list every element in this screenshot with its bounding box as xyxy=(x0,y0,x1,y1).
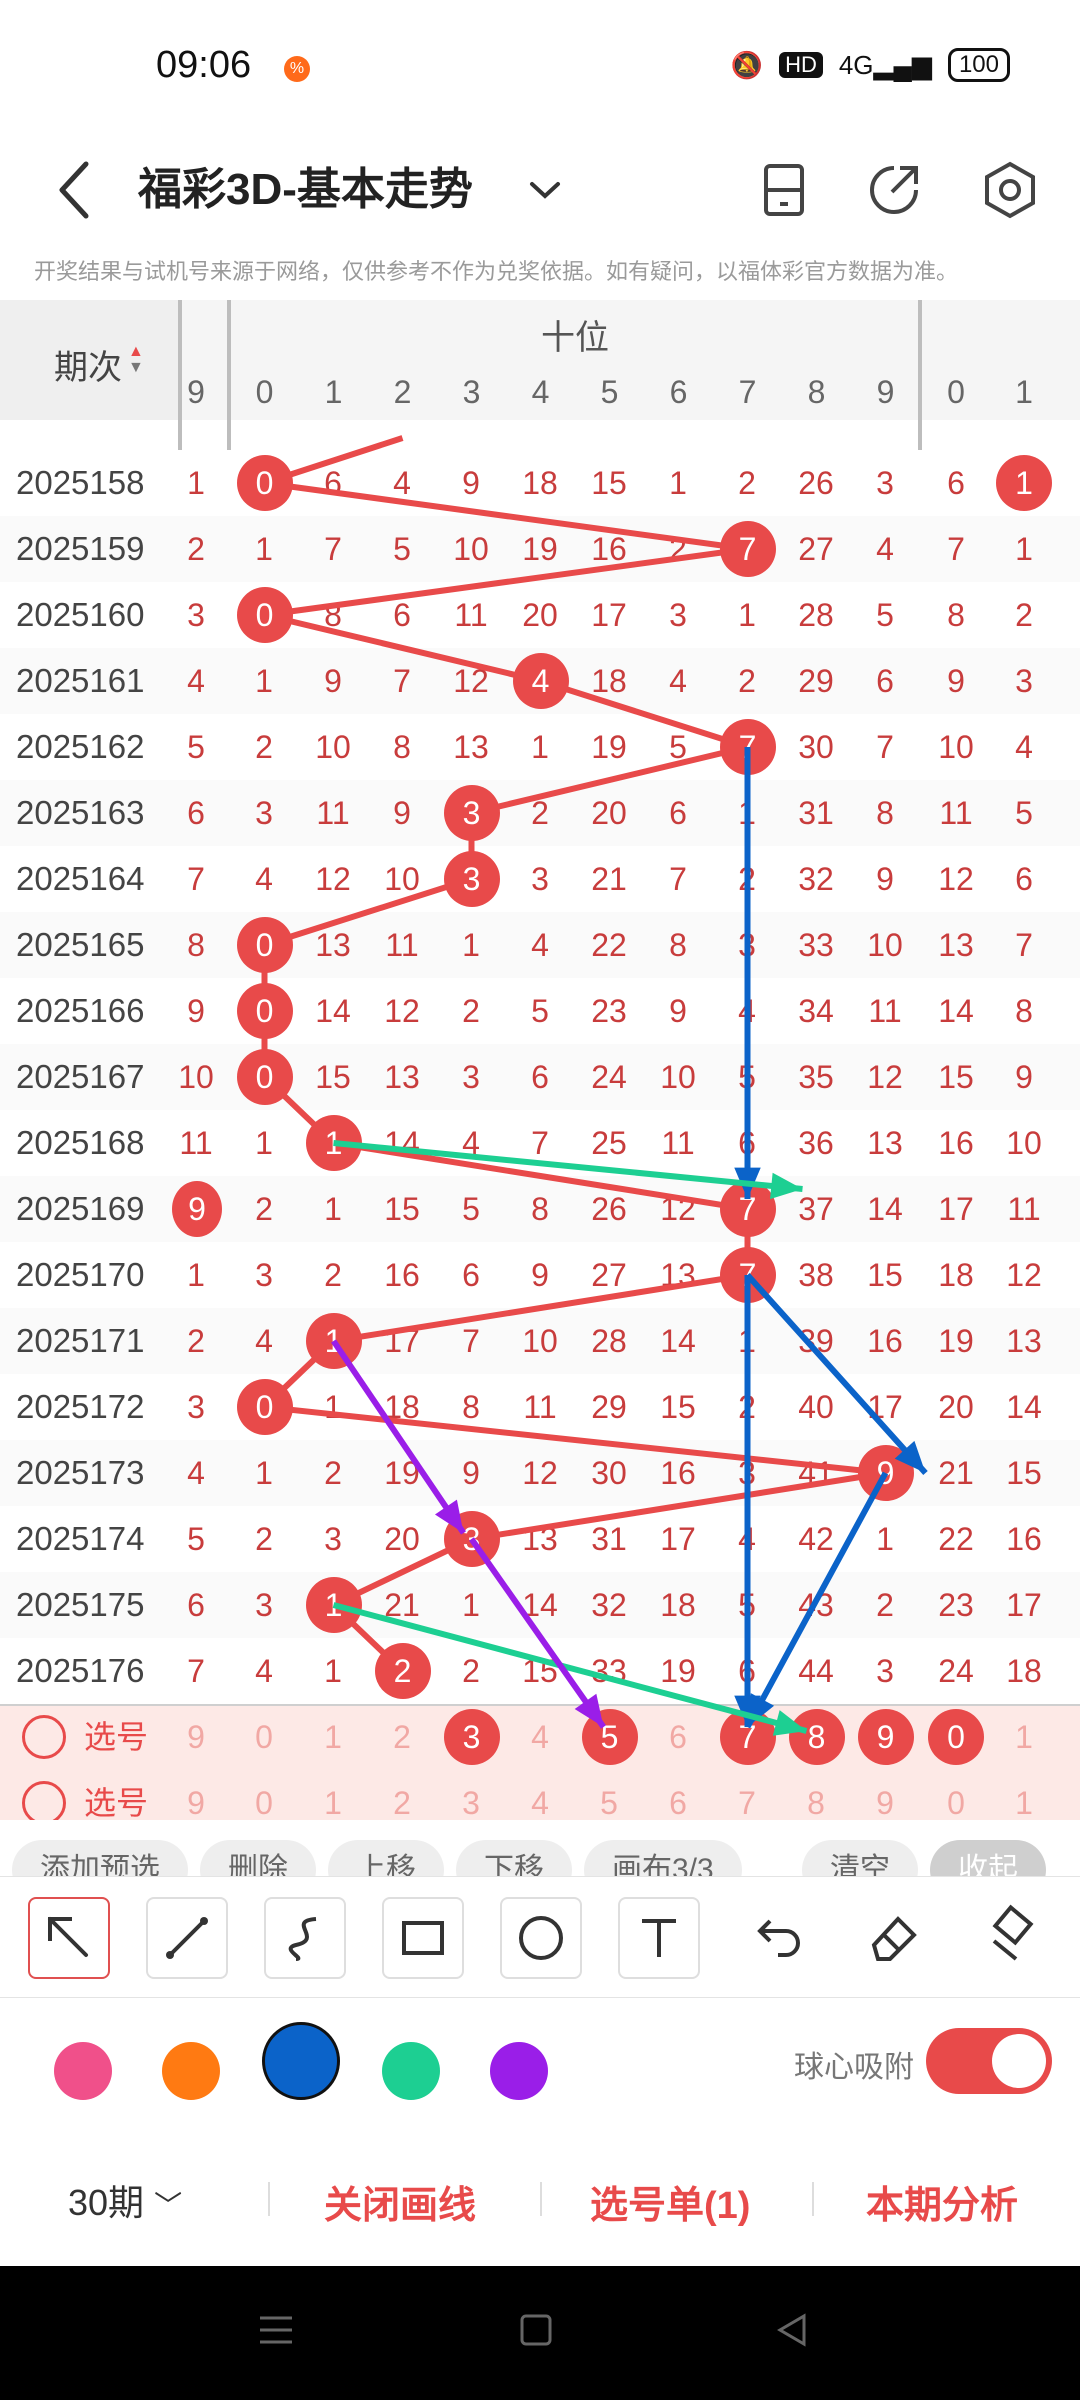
hd-icon: HD xyxy=(779,52,823,78)
color-blue-selected[interactable] xyxy=(262,2022,340,2100)
color-purple[interactable] xyxy=(490,2042,548,2100)
selection-list-button[interactable]: 选号单(1) xyxy=(590,2174,750,2229)
status-bar: 09:06 % 🔕 HD 4G▂▄▆ 100 xyxy=(0,0,1080,130)
share-icon[interactable] xyxy=(854,150,934,230)
back-icon[interactable] xyxy=(770,2308,814,2352)
brush-clear-icon[interactable] xyxy=(972,1897,1050,1975)
drawing-toolbar xyxy=(0,1876,1080,1998)
chevron-down-icon: ﹀ xyxy=(154,2190,183,2221)
blue-arrow xyxy=(744,1471,889,1729)
green-arrow xyxy=(333,1140,803,1200)
freehand-tool-icon[interactable] xyxy=(264,1897,346,1979)
status-icons: 🔕 HD 4G▂▄▆ 100 xyxy=(731,48,1010,82)
snap-label: 球心吸附 xyxy=(794,2051,914,2084)
purple-arrow xyxy=(469,1537,606,1729)
eraser-icon[interactable] xyxy=(854,1897,932,1975)
signal-icon: 4G▂▄▆ xyxy=(838,49,932,80)
green-arrow xyxy=(332,1602,808,1736)
back-arrow-icon[interactable] xyxy=(48,150,104,230)
action-pill[interactable]: 画布3/3 xyxy=(584,1840,742,1876)
color-pink[interactable] xyxy=(54,2042,112,2100)
action-pill[interactable]: 添加预选 xyxy=(12,1840,188,1876)
action-pills: 添加预选 删除 上移 下移 画布3/3 清空 收起 xyxy=(0,1820,1080,1876)
trend-table[interactable]: 期次 ▲ ▼ 十位 9 012345678901 2025158 1 6 4 9 18 15 1… xyxy=(0,300,1080,1820)
disclaimer-text: 开奖结果与试机号来源于网络，仅供参考不作为兑奖依据。如有疑问，以福体彩官方数据为… xyxy=(34,259,959,284)
action-pill[interactable]: 下移 xyxy=(456,1840,572,1876)
annotation-arrows xyxy=(331,747,928,1736)
close-lines-button[interactable]: 关闭画线 xyxy=(324,2174,476,2229)
app-notification-icon: % xyxy=(284,56,310,82)
action-pill[interactable]: 收起 xyxy=(930,1840,1046,1876)
color-green[interactable] xyxy=(382,2042,440,2100)
portrait-mode-icon[interactable] xyxy=(744,150,824,230)
chevron-down-icon[interactable] xyxy=(520,150,570,230)
action-pill[interactable]: 上移 xyxy=(328,1840,444,1876)
pointer-tool-icon[interactable] xyxy=(28,1897,110,1979)
blue-arrow xyxy=(734,747,761,1199)
settings-icon[interactable] xyxy=(970,150,1050,230)
rectangle-tool-icon[interactable] xyxy=(382,1897,464,1979)
system-nav-bar xyxy=(0,2266,1080,2400)
text-tool-icon[interactable] xyxy=(618,1897,700,1979)
mute-icon: 🔕 xyxy=(730,49,764,80)
period-count-select[interactable]: 30期 ﹀ xyxy=(68,2174,182,2226)
period-analysis-button[interactable]: 本期分析 xyxy=(866,2174,1018,2229)
battery-icon: 100 xyxy=(947,48,1010,82)
circle-tool-icon[interactable] xyxy=(500,1897,582,1979)
page-title[interactable]: 福彩3D-基本走势 xyxy=(138,150,473,230)
line-tool-icon[interactable] xyxy=(146,1897,228,1979)
purple-arrow xyxy=(331,1339,466,1535)
action-pill[interactable]: 清空 xyxy=(802,1840,918,1876)
action-pill[interactable]: 删除 xyxy=(200,1840,316,1876)
snap-toggle[interactable] xyxy=(926,2028,1052,2094)
bottom-actions: 30期 ﹀ 关闭画线 选号单(1) 本期分析 xyxy=(0,2126,1080,2266)
blue-arrow xyxy=(745,1272,928,1476)
undo-icon[interactable] xyxy=(738,1897,816,1975)
app-header: 福彩3D-基本走势 xyxy=(0,130,1080,250)
menu-icon[interactable] xyxy=(254,2308,298,2352)
home-icon[interactable] xyxy=(514,2308,558,2352)
status-time: 09:06 xyxy=(156,44,252,86)
color-palette: 球心吸附 xyxy=(0,1996,1080,2127)
blue-arrow xyxy=(734,1275,761,1727)
color-orange[interactable] xyxy=(162,2042,220,2100)
